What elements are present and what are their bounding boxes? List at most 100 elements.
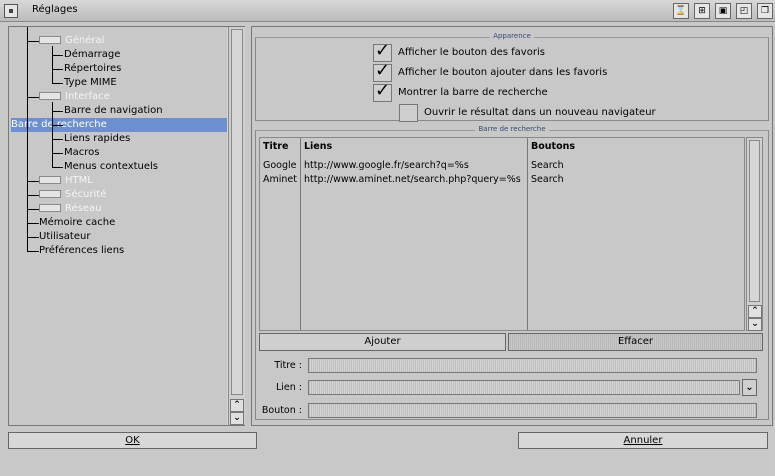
- table-row-button[interactable]: Search: [531, 174, 564, 185]
- column-header-links[interactable]: Liens: [304, 141, 332, 152]
- scroll-down-icon[interactable]: ⌄: [230, 412, 244, 425]
- option-label: Montrer la barre de recherche: [398, 87, 548, 98]
- button-field[interactable]: [308, 403, 757, 418]
- settings-window: Général Démarrage Répertoires Type MIME Inte…: [0, 22, 775, 476]
- tree-item[interactable]: Utilisateur: [39, 230, 90, 244]
- appearance-group: Apparence Afficher le bouton des favoris…: [255, 32, 769, 122]
- tree-item-label: Répertoires: [64, 63, 122, 74]
- delete-button[interactable]: Effacer: [508, 333, 763, 351]
- tree-connector: [52, 139, 63, 140]
- tree-item[interactable]: Général: [39, 34, 104, 48]
- cancel-button[interactable]: Annuler: [518, 432, 768, 449]
- tree-connector: [27, 195, 39, 196]
- zoom-icon[interactable]: ◰: [736, 3, 752, 19]
- search-engines-list[interactable]: Titre Liens Boutons Google http://www.go…: [259, 137, 745, 331]
- tree-item-label: Macros: [64, 147, 100, 158]
- tree-connector: [52, 111, 63, 112]
- tree-item[interactable]: Macros: [64, 146, 99, 160]
- tree-connector: [27, 97, 39, 98]
- settings-tree: Général Démarrage Répertoires Type MIME Inte…: [8, 26, 245, 426]
- tree-connector: [27, 209, 39, 210]
- tree-connector: [52, 83, 63, 84]
- scroll-down-icon[interactable]: ⌄: [748, 318, 762, 331]
- tree-item-label: Sécurité: [65, 189, 107, 200]
- tree-item-label: Barre de navigation: [64, 105, 163, 116]
- tree-scrollbar[interactable]: ⌃ ⌄: [228, 27, 245, 425]
- option-label: Afficher le bouton des favoris: [398, 47, 545, 58]
- scroll-up-icon[interactable]: ⌃: [230, 399, 244, 412]
- cancel-label: Annuler: [623, 435, 663, 446]
- table-row-button[interactable]: Search: [531, 160, 564, 171]
- folder-icon: [39, 92, 61, 100]
- tree-item-label: Réseau: [65, 203, 102, 214]
- scroll-up-icon[interactable]: ⌃: [748, 305, 762, 318]
- table-row-title[interactable]: Google: [263, 160, 297, 171]
- settings-page: Apparence Afficher le bouton des favoris…: [251, 26, 773, 426]
- tree-item[interactable]: Liens rapides: [64, 132, 130, 146]
- column-header-title[interactable]: Titre: [263, 141, 288, 152]
- option-label: Ouvrir le résultat dans un nouveau navig…: [424, 107, 656, 118]
- link-field[interactable]: [308, 380, 740, 395]
- tree-item-label: Général: [65, 35, 105, 46]
- table-row-title[interactable]: Aminet: [263, 174, 297, 185]
- table-row-link[interactable]: http://www.google.fr/search?q=%s: [304, 160, 469, 171]
- tree-connector: [27, 41, 39, 42]
- list-scrollbar[interactable]: ⌃ ⌄: [746, 137, 763, 331]
- tree-item-label: Mémoire cache: [39, 217, 116, 228]
- tree-scroll-track[interactable]: [231, 29, 243, 395]
- tree-item[interactable]: Mémoire cache: [39, 216, 115, 230]
- tree-item-label: HTML: [65, 175, 93, 186]
- tree-connector: [27, 251, 39, 252]
- tree-connector: [52, 55, 63, 56]
- title-field[interactable]: [308, 358, 757, 373]
- tree-connector: [27, 27, 28, 251]
- hourglass-icon[interactable]: ⌛: [673, 3, 689, 19]
- column-header-buttons[interactable]: Boutons: [531, 141, 575, 152]
- ok-button[interactable]: OK: [8, 432, 257, 449]
- tree-item[interactable]: Type MIME: [64, 76, 117, 90]
- tree-item[interactable]: Démarrage: [64, 48, 120, 62]
- tree-connector: [27, 223, 39, 224]
- tree-item[interactable]: Menus contextuels: [64, 160, 158, 174]
- list-scroll-track[interactable]: [749, 140, 760, 302]
- window-title: Réglages: [32, 4, 78, 15]
- snapshot-icon[interactable]: ▣: [715, 3, 731, 19]
- tree-item-label: Préférences liens: [39, 245, 125, 256]
- tree-item-label: Interface: [65, 91, 110, 102]
- link-field-label: Lien :: [275, 382, 302, 393]
- checkbox[interactable]: [399, 104, 418, 122]
- table-row-link[interactable]: http://www.aminet.net/search.php?query=%…: [304, 174, 521, 185]
- search-bar-group-title: Barre de recherche: [475, 125, 549, 133]
- tree-connector: [52, 46, 53, 83]
- tree-item[interactable]: Préférences liens: [39, 244, 124, 258]
- tree-item[interactable]: Répertoires: [64, 62, 121, 76]
- tree-connector: [52, 153, 63, 154]
- tree-item-label: Menus contextuels: [64, 161, 159, 172]
- tree-item[interactable]: Sécurité: [39, 188, 106, 202]
- button-field-label: Bouton :: [261, 405, 302, 416]
- tree-connector: [27, 181, 39, 182]
- tree-item[interactable]: Réseau: [39, 202, 101, 216]
- tree-item[interactable]: Barre de recherche: [11, 118, 227, 132]
- tree-item[interactable]: Interface: [39, 90, 110, 104]
- tree-item[interactable]: HTML: [39, 174, 93, 188]
- tree-connector: [52, 69, 63, 70]
- folder-icon: [39, 190, 61, 198]
- tree-item-label: Type MIME: [64, 77, 117, 88]
- tree-item[interactable]: Barre de navigation: [64, 104, 163, 118]
- add-button[interactable]: Ajouter: [259, 333, 506, 351]
- tree-connector: [27, 237, 39, 238]
- option-label: Afficher le bouton ajouter dans les favo…: [398, 67, 608, 78]
- title-field-label: Titre :: [274, 360, 302, 371]
- link-popup-icon[interactable]: ⌄: [742, 379, 757, 396]
- close-icon[interactable]: [4, 4, 18, 18]
- depth-icon[interactable]: ❐: [757, 3, 773, 19]
- search-bar-group: Barre de recherche Titre Liens Boutons G…: [255, 125, 769, 420]
- folder-icon: [39, 36, 61, 44]
- tree-item-label: Utilisateur: [39, 231, 91, 242]
- checkbox[interactable]: [373, 82, 392, 102]
- tree-item-label: Liens rapides: [64, 133, 131, 144]
- appearance-group-title: Apparence: [490, 32, 534, 40]
- iconify-icon[interactable]: ⊞: [694, 3, 710, 19]
- ok-label: OK: [125, 435, 140, 446]
